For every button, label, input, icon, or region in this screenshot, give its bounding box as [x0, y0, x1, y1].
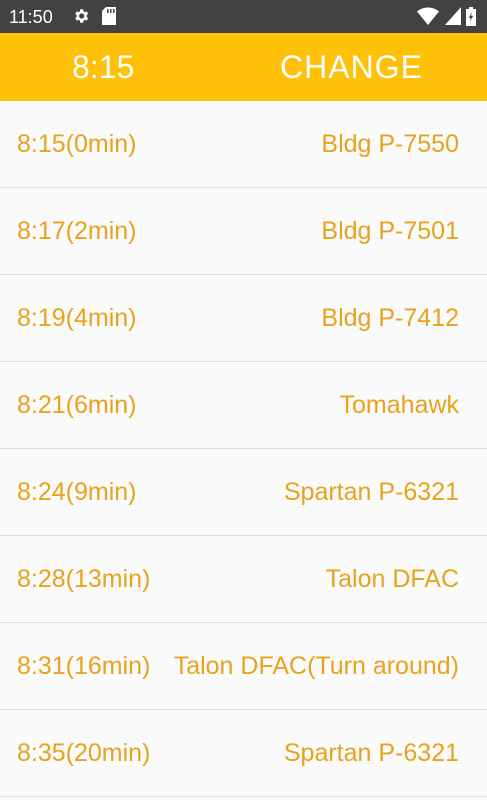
- row-stop-name: Talon DFAC: [325, 565, 459, 593]
- row-time: 8:17(2min): [17, 217, 137, 245]
- schedule-list: 8:15(0min) Bldg P-7550 8:17(2min) Bldg P…: [0, 101, 487, 797]
- schedule-row[interactable]: 8:15(0min) Bldg P-7550: [0, 101, 487, 188]
- row-time: 8:24(9min): [17, 478, 137, 506]
- schedule-row[interactable]: 8:17(2min) Bldg P-7501: [0, 188, 487, 275]
- schedule-row[interactable]: 8:35(20min) Spartan P-6321: [0, 710, 487, 797]
- row-stop-name: Bldg P-7550: [321, 130, 459, 158]
- row-stop-name: Spartan P-6321: [283, 478, 459, 506]
- schedule-row[interactable]: 8:21(6min) Tomahawk: [0, 362, 487, 449]
- row-time: 8:31(16min): [17, 652, 151, 680]
- gear-icon: [72, 7, 90, 30]
- row-time: 8:19(4min): [17, 304, 137, 332]
- app-bar: 8:15 CHANGE: [0, 33, 487, 101]
- status-time: 11:50: [9, 7, 53, 27]
- wifi-icon: [417, 7, 439, 30]
- battery-icon: [466, 7, 476, 31]
- row-time: 8:15(0min): [17, 130, 137, 158]
- row-stop-name: Tomahawk: [339, 391, 460, 419]
- row-stop-name: Spartan P-6321: [283, 739, 459, 767]
- schedule-row[interactable]: 8:31(16min) Talon DFAC(Turn around): [0, 623, 487, 710]
- schedule-row[interactable]: 8:24(9min) Spartan P-6321: [0, 449, 487, 536]
- row-stop-name: Bldg P-7412: [321, 304, 459, 332]
- signal-icon: [445, 7, 461, 30]
- row-time: 8:35(20min): [17, 739, 151, 767]
- sd-card-icon: [102, 7, 116, 30]
- schedule-row[interactable]: 8:28(13min) Talon DFAC: [0, 536, 487, 623]
- row-time: 8:28(13min): [17, 565, 151, 593]
- change-button[interactable]: CHANGE: [280, 48, 423, 86]
- selected-time: 8:15: [72, 49, 135, 85]
- schedule-row[interactable]: 8:19(4min) Bldg P-7412: [0, 275, 487, 362]
- row-time: 8:21(6min): [17, 391, 137, 419]
- row-stop-name: Talon DFAC(Turn around): [173, 652, 459, 680]
- row-stop-name: Bldg P-7501: [321, 217, 459, 245]
- status-bar: 11:50: [0, 0, 487, 33]
